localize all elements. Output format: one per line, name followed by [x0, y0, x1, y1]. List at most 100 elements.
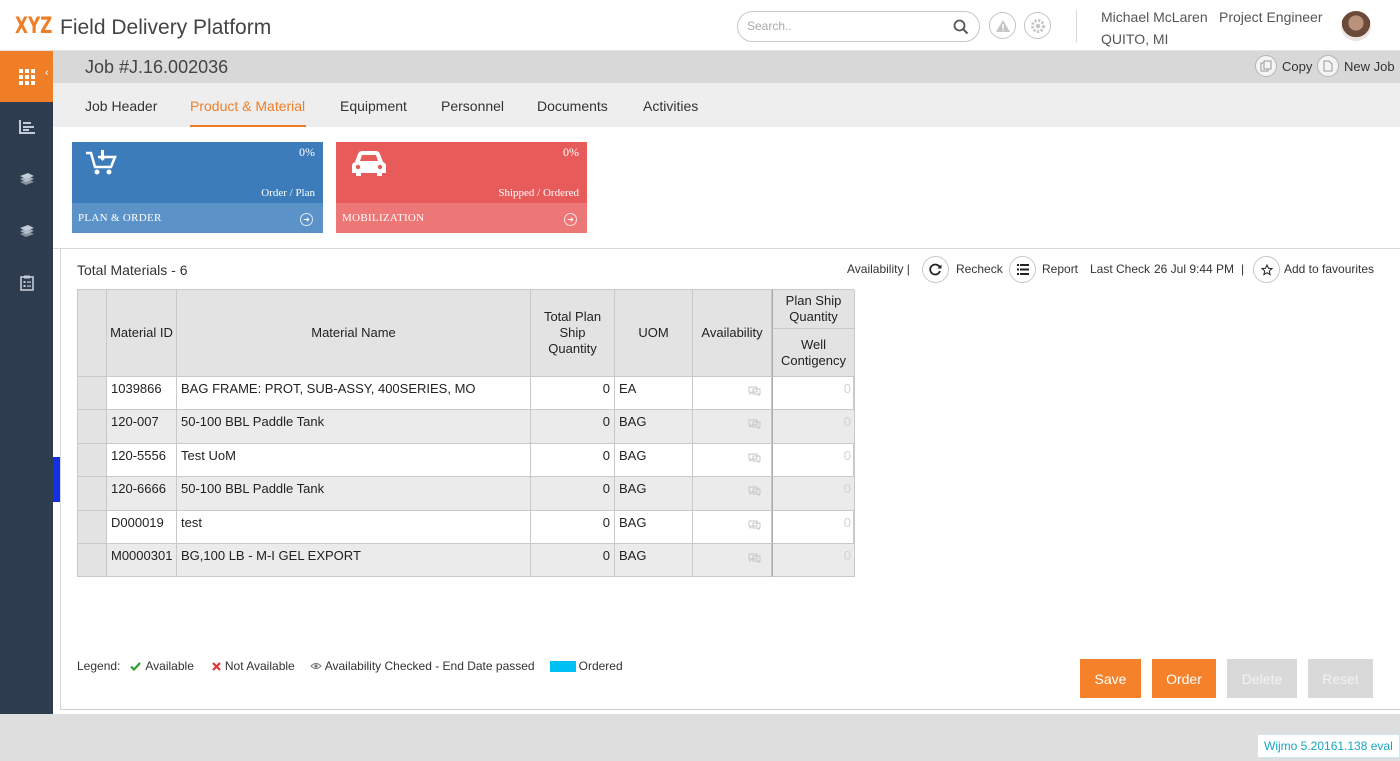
eye-icon	[309, 663, 322, 669]
copy-button[interactable]: Copy	[1255, 55, 1312, 77]
col-material-id[interactable]: Material ID	[107, 290, 177, 377]
comment-icon[interactable]	[748, 553, 761, 563]
material-name-cell[interactable]: 50-100 BBL Paddle Tank	[177, 477, 531, 511]
job-title: Job #J.16.002036	[85, 57, 229, 77]
user-name: Michael McLaren	[1101, 9, 1208, 25]
save-button[interactable]: Save	[1080, 659, 1141, 698]
material-name-cell[interactable]: BAG FRAME: PROT, SUB-ASSY, 400SERIES, MO	[177, 377, 531, 411]
last-check-value: 26 Jul 9:44 PM	[1154, 262, 1235, 276]
row-header[interactable]	[78, 443, 107, 478]
material-name-cell[interactable]: test	[177, 510, 531, 544]
comment-icon[interactable]	[748, 419, 761, 430]
mobilization-tile[interactable]: 0% Shipped / Ordered MOBILIZATION ➜	[336, 142, 587, 233]
gear-icon[interactable]	[1024, 12, 1051, 39]
col-availability[interactable]: Availability	[693, 290, 772, 377]
row-header[interactable]	[78, 477, 107, 511]
availability-cell[interactable]	[693, 544, 772, 578]
total-plan-cell[interactable]: 0	[531, 443, 615, 478]
sidebar-item-layers-2[interactable]	[0, 216, 53, 246]
active-tab-indicator	[190, 125, 306, 127]
material-id-cell[interactable]: 120-007	[107, 410, 177, 444]
refresh-icon[interactable]	[922, 256, 949, 283]
uom-cell[interactable]: BAG	[615, 544, 693, 578]
material-id-cell[interactable]: 1039866	[107, 377, 177, 411]
arrow-right-icon[interactable]: ➜	[300, 213, 313, 226]
comment-icon[interactable]	[748, 386, 761, 396]
uom-cell[interactable]: BAG	[615, 510, 693, 544]
material-id-cell[interactable]: 120-5556	[107, 443, 177, 478]
total-plan-cell[interactable]: 0	[531, 377, 615, 411]
new-job-button[interactable]: New Job	[1317, 55, 1395, 77]
material-id-cell[interactable]: 120-6666	[107, 477, 177, 511]
well-contingency-cell[interactable]: 0	[772, 377, 855, 411]
header-divider	[1076, 10, 1077, 42]
material-id-cell-value: 120-007	[111, 414, 159, 430]
col-uom[interactable]: UOM	[615, 290, 693, 377]
total-plan-cell-value: 0	[602, 381, 610, 396]
sidebar-item-checklist[interactable]	[0, 268, 53, 298]
row-header[interactable]	[78, 410, 107, 444]
cross-icon	[212, 661, 221, 671]
well-contingency-cell[interactable]: 0	[772, 443, 855, 478]
tab-product-material[interactable]: Product & Material	[190, 98, 305, 114]
report-button[interactable]: Report	[1042, 262, 1078, 276]
search-input[interactable]	[747, 19, 947, 33]
order-button[interactable]: Order	[1152, 659, 1216, 698]
search-icon[interactable]	[953, 19, 969, 35]
total-plan-cell[interactable]: 0	[531, 544, 615, 578]
comment-icon[interactable]	[748, 453, 761, 463]
uom-cell[interactable]: EA	[615, 377, 693, 411]
sidebar-item-reports[interactable]	[0, 112, 53, 142]
tab-documents[interactable]: Documents	[537, 98, 608, 114]
uom-cell[interactable]: BAG	[615, 443, 693, 478]
search-box[interactable]	[737, 11, 980, 42]
comment-icon[interactable]	[748, 520, 761, 530]
plan-order-tile[interactable]: 0% Order / Plan PLAN & ORDER ➜	[72, 142, 323, 233]
list-icon[interactable]	[1009, 256, 1036, 283]
tab-activities[interactable]: Activities	[643, 98, 698, 114]
material-id-cell[interactable]: M0000301	[107, 544, 177, 578]
availability-cell[interactable]	[693, 443, 772, 478]
add-favourites-button[interactable]: Add to favourites	[1284, 262, 1374, 276]
collapse-sidebar-icon[interactable]: ‹	[45, 67, 49, 79]
availability-cell[interactable]	[693, 377, 772, 411]
reset-button[interactable]: Reset	[1308, 659, 1373, 698]
recheck-button[interactable]: Recheck	[956, 262, 1003, 276]
alert-icon[interactable]	[989, 12, 1016, 39]
uom-cell[interactable]: BAG	[615, 477, 693, 511]
availability-cell[interactable]	[693, 477, 772, 511]
tab-equipment[interactable]: Equipment	[340, 98, 407, 114]
total-plan-cell[interactable]: 0	[531, 510, 615, 544]
delete-button[interactable]: Delete	[1227, 659, 1297, 698]
tab-personnel[interactable]: Personnel	[441, 98, 504, 114]
well-contingency-cell[interactable]: 0	[772, 544, 855, 578]
col-well-contingency[interactable]: Well Contigency	[772, 329, 855, 377]
row-header[interactable]	[78, 510, 107, 544]
material-id-cell[interactable]: D000019	[107, 510, 177, 544]
tab-job-header[interactable]: Job Header	[85, 98, 157, 114]
total-plan-cell[interactable]: 0	[531, 410, 615, 444]
material-name-cell[interactable]: 50-100 BBL Paddle Tank	[177, 410, 531, 444]
arrow-right-icon[interactable]: ➜	[564, 213, 577, 226]
well-contingency-cell[interactable]: 0	[772, 477, 855, 511]
material-name-cell[interactable]: BG,100 LB - M-I GEL EXPORT	[177, 544, 531, 578]
well-contingency-cell[interactable]: 0	[772, 410, 855, 444]
brand-logo[interactable]: XYZ	[15, 14, 52, 39]
material-name-cell[interactable]: Test UoM	[177, 443, 531, 478]
row-header[interactable]	[78, 544, 107, 578]
comment-icon[interactable]	[748, 486, 761, 497]
col-material-name[interactable]: Material Name	[177, 290, 531, 377]
top-bar: XYZ Field Delivery Platform Michael McLa…	[0, 0, 1400, 51]
uom-cell[interactable]: BAG	[615, 410, 693, 444]
sidebar-item-layers-1[interactable]	[0, 164, 53, 194]
legend-not-available-label: Not Available	[224, 659, 295, 673]
avatar[interactable]	[1341, 11, 1371, 41]
availability-cell[interactable]	[693, 410, 772, 444]
col-total-plan[interactable]: Total Plan Ship Quantity	[531, 290, 615, 377]
total-plan-cell[interactable]: 0	[531, 477, 615, 511]
well-contingency-cell[interactable]: 0	[772, 510, 855, 544]
row-header[interactable]	[78, 377, 107, 411]
star-icon[interactable]	[1253, 256, 1280, 283]
availability-cell[interactable]	[693, 510, 772, 544]
well-contingency-cell-value: 0	[843, 414, 851, 430]
